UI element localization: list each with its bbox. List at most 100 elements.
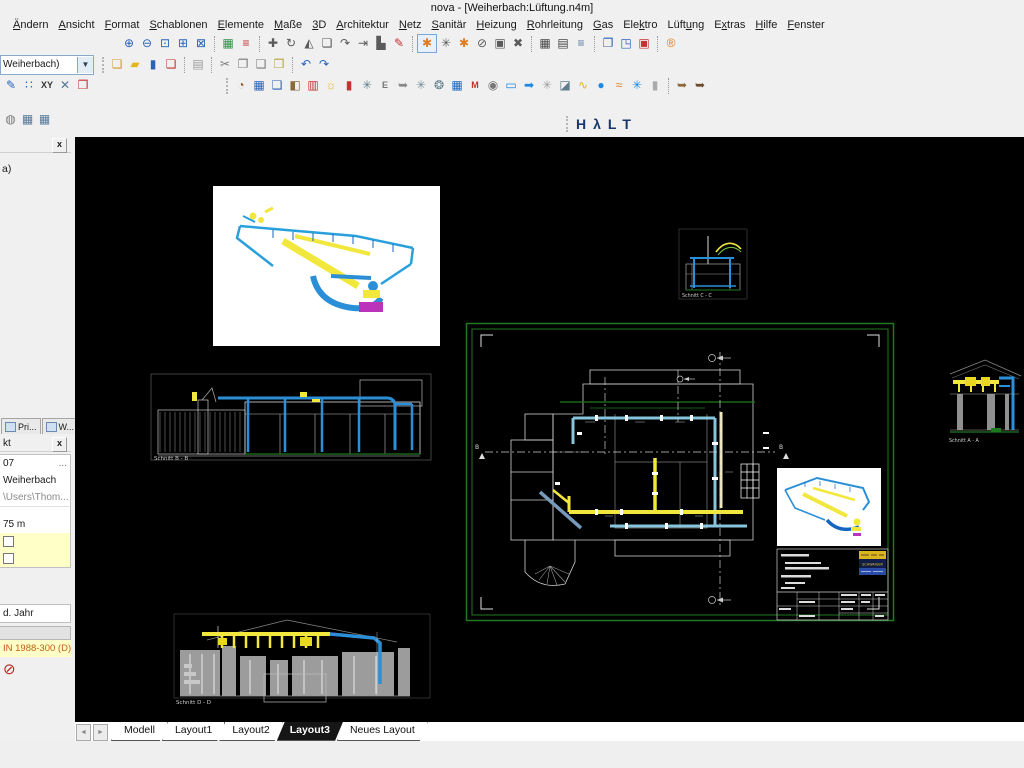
fan-1-icon[interactable]: ✳ bbox=[358, 77, 376, 94]
section-view-a[interactable]: Schnitt A - A bbox=[947, 352, 1024, 445]
e-symbol-icon[interactable]: E bbox=[376, 77, 394, 94]
copy-move-icon[interactable]: ❏ bbox=[318, 35, 336, 52]
menu-sanitär[interactable]: Sanitär bbox=[427, 18, 472, 32]
snap-grid-icon[interactable]: ✳ bbox=[437, 35, 455, 52]
option-row-2[interactable] bbox=[0, 550, 70, 567]
tab-w[interactable]: W... bbox=[42, 418, 79, 434]
heat-coil-icon[interactable]: M bbox=[466, 77, 484, 94]
table-form-icon[interactable]: ▤ bbox=[554, 35, 572, 52]
menu-extras[interactable]: Extras bbox=[709, 18, 750, 32]
menu-3d[interactable]: 3D bbox=[307, 18, 331, 32]
panel-project-header[interactable]: kt x bbox=[0, 436, 71, 452]
fan-3-icon[interactable]: ✳ bbox=[538, 77, 556, 94]
drawing-canvas[interactable]: Schnitt B - B bbox=[75, 137, 1024, 722]
panel-tree-body[interactable]: a) bbox=[0, 155, 71, 415]
menu-heizung[interactable]: Heizung bbox=[471, 18, 521, 32]
axonometric-3d-view[interactable] bbox=[213, 186, 440, 346]
option-row-1[interactable] bbox=[0, 533, 70, 550]
tree-root-label[interactable]: a) bbox=[0, 155, 71, 175]
menu-elemente[interactable]: Elemente bbox=[213, 18, 269, 32]
project-name-row[interactable]: Weiherbach bbox=[0, 472, 70, 489]
sheet-tab-layout2[interactable]: Layout2 bbox=[219, 722, 282, 741]
paste-special-icon[interactable]: ❒ bbox=[270, 56, 288, 73]
duct-arrow-icon[interactable]: ➡ bbox=[520, 77, 538, 94]
menu-format[interactable]: Format bbox=[100, 18, 145, 32]
linetype-icon[interactable]: ≡ bbox=[572, 35, 590, 52]
return-flow-icon[interactable]: ◔ bbox=[232, 77, 250, 94]
match-tool-icon[interactable]: ✕ bbox=[56, 77, 74, 94]
align-icon[interactable]: ▙ bbox=[372, 35, 390, 52]
mirror-icon[interactable]: ◭ bbox=[300, 35, 318, 52]
section-view-c[interactable]: Schnitt C - C bbox=[678, 228, 748, 300]
import-model-icon[interactable]: ➥ bbox=[691, 77, 709, 94]
paste-icon[interactable]: ❑ bbox=[252, 56, 270, 73]
diagram-icon[interactable]: ◪ bbox=[556, 77, 574, 94]
checkbox-icon[interactable] bbox=[3, 536, 14, 547]
stretch-icon[interactable]: ↷ bbox=[336, 35, 354, 52]
thermometer-icon[interactable]: ▮ bbox=[340, 77, 358, 94]
sheet-tab-layout1[interactable]: Layout1 bbox=[162, 722, 225, 741]
copy-icon[interactable]: ❐ bbox=[234, 56, 252, 73]
tab-pri[interactable]: Pri... bbox=[1, 418, 41, 434]
edit-properties-icon[interactable]: ▣ bbox=[491, 35, 509, 52]
snap-off-icon[interactable]: ⊘ bbox=[473, 35, 491, 52]
menu-schablonen[interactable]: Schablonen bbox=[144, 18, 212, 32]
close-icon[interactable]: x bbox=[52, 437, 67, 452]
table-view-icon[interactable]: ▦ bbox=[19, 111, 36, 128]
new-window-icon[interactable]: ❐ bbox=[599, 35, 617, 52]
fan-2-icon[interactable]: ✳ bbox=[412, 77, 430, 94]
section-splitter[interactable] bbox=[0, 626, 71, 640]
project-combo[interactable]: Weiherbach) ▼ bbox=[0, 55, 94, 75]
tab-scroll-left-button[interactable]: ◄ bbox=[76, 724, 91, 741]
flex-hose-icon[interactable]: ∿ bbox=[574, 77, 592, 94]
render-view-icon[interactable]: ◍ bbox=[2, 111, 19, 128]
menu-rohrleitung[interactable]: Rohrleitung bbox=[522, 18, 588, 32]
zoom-out-icon[interactable]: ⊖ bbox=[138, 35, 156, 52]
redo-icon[interactable]: ↷ bbox=[315, 56, 333, 73]
sheet-tab-layout3[interactable]: Layout3 bbox=[277, 722, 343, 741]
length-row[interactable]: 75 m bbox=[0, 516, 70, 533]
table-grid-icon[interactable]: ▦ bbox=[536, 35, 554, 52]
template-file-icon[interactable]: ❒ bbox=[74, 77, 92, 94]
bulb-icon[interactable]: ☼ bbox=[322, 77, 340, 94]
zoom-sheet-icon[interactable]: ⊡ bbox=[156, 35, 174, 52]
pump-icon[interactable]: ◉ bbox=[484, 77, 502, 94]
snap-point-icon[interactable]: ✱ bbox=[417, 34, 437, 53]
value-table-icon[interactable]: ▦ bbox=[36, 111, 53, 128]
calculation-icon[interactable]: ▦ bbox=[250, 77, 268, 94]
registered-icon[interactable]: ® bbox=[662, 35, 680, 52]
checkbox-icon[interactable] bbox=[3, 553, 14, 564]
spray-can-icon[interactable]: ▮ bbox=[646, 77, 664, 94]
new-file-icon[interactable]: ❏ bbox=[108, 56, 126, 73]
hand-tool-icon[interactable]: ❑ bbox=[268, 77, 286, 94]
snap-object-icon[interactable]: ✱ bbox=[455, 35, 473, 52]
menu-maße[interactable]: Maße bbox=[269, 18, 307, 32]
fan-4-icon[interactable]: ✳ bbox=[628, 77, 646, 94]
close-window-icon[interactable]: ◳ bbox=[617, 35, 635, 52]
component-box-icon[interactable]: ◧ bbox=[286, 77, 304, 94]
zoom-window-icon[interactable]: ⊠ bbox=[192, 35, 210, 52]
floating-toolbar-halt[interactable]: HλLT bbox=[566, 113, 638, 135]
export-model-icon[interactable]: ➥ bbox=[673, 77, 691, 94]
send-doc-icon[interactable]: ➥ bbox=[394, 77, 412, 94]
menu-lüftung[interactable]: Lüftung bbox=[662, 18, 709, 32]
cut-icon[interactable]: ✂ bbox=[216, 56, 234, 73]
chevron-down-icon[interactable]: ▼ bbox=[77, 57, 93, 73]
close-icon[interactable]: x bbox=[52, 138, 67, 153]
menu-architektur[interactable]: Architektur bbox=[331, 18, 394, 32]
open-file-icon[interactable]: ▰ bbox=[126, 56, 144, 73]
zoom-in-icon[interactable]: ⊕ bbox=[120, 35, 138, 52]
norm-row[interactable]: IN 1988-300 (D) bbox=[0, 640, 71, 657]
save-as-icon[interactable]: ❏ bbox=[162, 56, 180, 73]
exit-app-icon[interactable]: ▣ bbox=[635, 35, 653, 52]
menu-gas[interactable]: Gas bbox=[588, 18, 618, 32]
view-manager-icon[interactable]: ▦ bbox=[219, 35, 237, 52]
move-icon[interactable]: ✚ bbox=[264, 35, 282, 52]
duct-grid-icon[interactable]: ▦ bbox=[448, 77, 466, 94]
menu-hilfe[interactable]: Hilfe bbox=[750, 18, 782, 32]
trim-icon[interactable]: ⇥ bbox=[354, 35, 372, 52]
coords-xy-icon[interactable]: XY bbox=[38, 77, 56, 94]
water-drop-icon[interactable]: ● bbox=[592, 77, 610, 94]
print-icon[interactable]: ▤ bbox=[189, 56, 207, 73]
layout-sheet[interactable]: B B bbox=[465, 322, 895, 622]
